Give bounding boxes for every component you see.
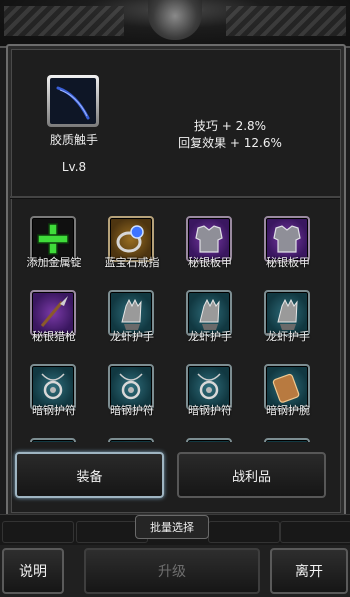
inventory-item-label: 暗钢护腕 bbox=[266, 404, 310, 417]
chain-decoration bbox=[226, 6, 346, 36]
stat-line: 技巧 + 2.8% bbox=[193, 119, 267, 133]
leave-button[interactable]: 离开 bbox=[270, 548, 348, 594]
inventory-item[interactable]: 暗钢护腕 bbox=[249, 354, 327, 424]
inventory-item[interactable] bbox=[171, 428, 249, 442]
upgrade-button[interactable]: 升级 bbox=[84, 548, 260, 594]
item-slot bbox=[264, 438, 310, 442]
background-tab bbox=[2, 521, 74, 543]
inventory-item-label: 秘银板甲 bbox=[188, 256, 232, 269]
inventory-item-label: 龙虾护手 bbox=[188, 330, 232, 343]
skull-ornament-icon bbox=[148, 0, 202, 40]
inventory-grid: 添加金属锭 蓝宝石戒指 秘银板甲 秘银板甲秘银猎枪 龙虾护手 龙虾护手 龙虾护手暗钢护符 暗钢… bbox=[15, 206, 335, 442]
item-slot bbox=[108, 438, 154, 442]
inventory-item-label: 秘银板甲 bbox=[266, 256, 310, 269]
tentacle-icon bbox=[50, 78, 96, 124]
inventory-item[interactable]: 暗钢护符 bbox=[93, 354, 171, 424]
chain-decoration bbox=[4, 6, 124, 36]
inventory-item-label: 暗钢护符 bbox=[188, 404, 232, 417]
inventory-item[interactable] bbox=[15, 428, 93, 442]
inventory-item[interactable]: 秘银板甲 bbox=[249, 206, 327, 276]
equip-tab-button[interactable]: 装备 bbox=[15, 452, 164, 498]
item-level: Lv.8 bbox=[61, 160, 87, 174]
background-tab bbox=[280, 521, 350, 543]
inventory-item-label: 龙虾护手 bbox=[266, 330, 310, 343]
loot-tab-button[interactable]: 战利品 bbox=[177, 452, 326, 498]
inventory-item[interactable]: 暗钢护符 bbox=[15, 354, 93, 424]
selected-item-slot[interactable] bbox=[47, 75, 99, 127]
inventory-item[interactable]: 龙虾护手 bbox=[171, 280, 249, 350]
inventory-item-label: 暗钢护符 bbox=[110, 404, 154, 417]
inventory-item[interactable]: 龙虾护手 bbox=[249, 280, 327, 350]
item-slot bbox=[186, 438, 232, 442]
info-button[interactable]: 说明 bbox=[2, 548, 64, 594]
inventory-item[interactable] bbox=[249, 428, 327, 442]
inventory-item-label: 蓝宝石戒指 bbox=[104, 256, 160, 269]
inventory-item-label: 添加金属锭 bbox=[26, 256, 82, 269]
divider bbox=[10, 196, 340, 198]
inventory-item[interactable] bbox=[93, 428, 171, 442]
inventory-item-label: 暗钢护符 bbox=[32, 404, 76, 417]
inventory-item[interactable]: 蓝宝石戒指 bbox=[93, 206, 171, 276]
item-slot bbox=[30, 438, 76, 442]
inventory-item[interactable]: 添加金属锭 bbox=[15, 206, 93, 276]
item-stats: 技巧 + 2.8% 回复效果 + 12.6% bbox=[160, 118, 300, 152]
inventory-item-label: 秘银猎枪 bbox=[32, 330, 76, 343]
inventory-item[interactable]: 龙虾护手 bbox=[93, 280, 171, 350]
background-tab bbox=[208, 521, 280, 543]
stat-line: 回复效果 + 12.6% bbox=[178, 136, 282, 150]
top-ornament bbox=[0, 0, 350, 48]
batch-select-button[interactable]: 批量选择 bbox=[135, 515, 209, 539]
inventory-item-label: 龙虾护手 bbox=[110, 330, 154, 343]
tab-row: 装备 战利品 bbox=[15, 452, 335, 502]
inventory-item[interactable]: 秘银板甲 bbox=[171, 206, 249, 276]
inventory-item[interactable]: 暗钢护符 bbox=[171, 354, 249, 424]
item-name: 胶质触手 bbox=[49, 133, 98, 147]
inventory-item[interactable]: 秘银猎枪 bbox=[15, 280, 93, 350]
